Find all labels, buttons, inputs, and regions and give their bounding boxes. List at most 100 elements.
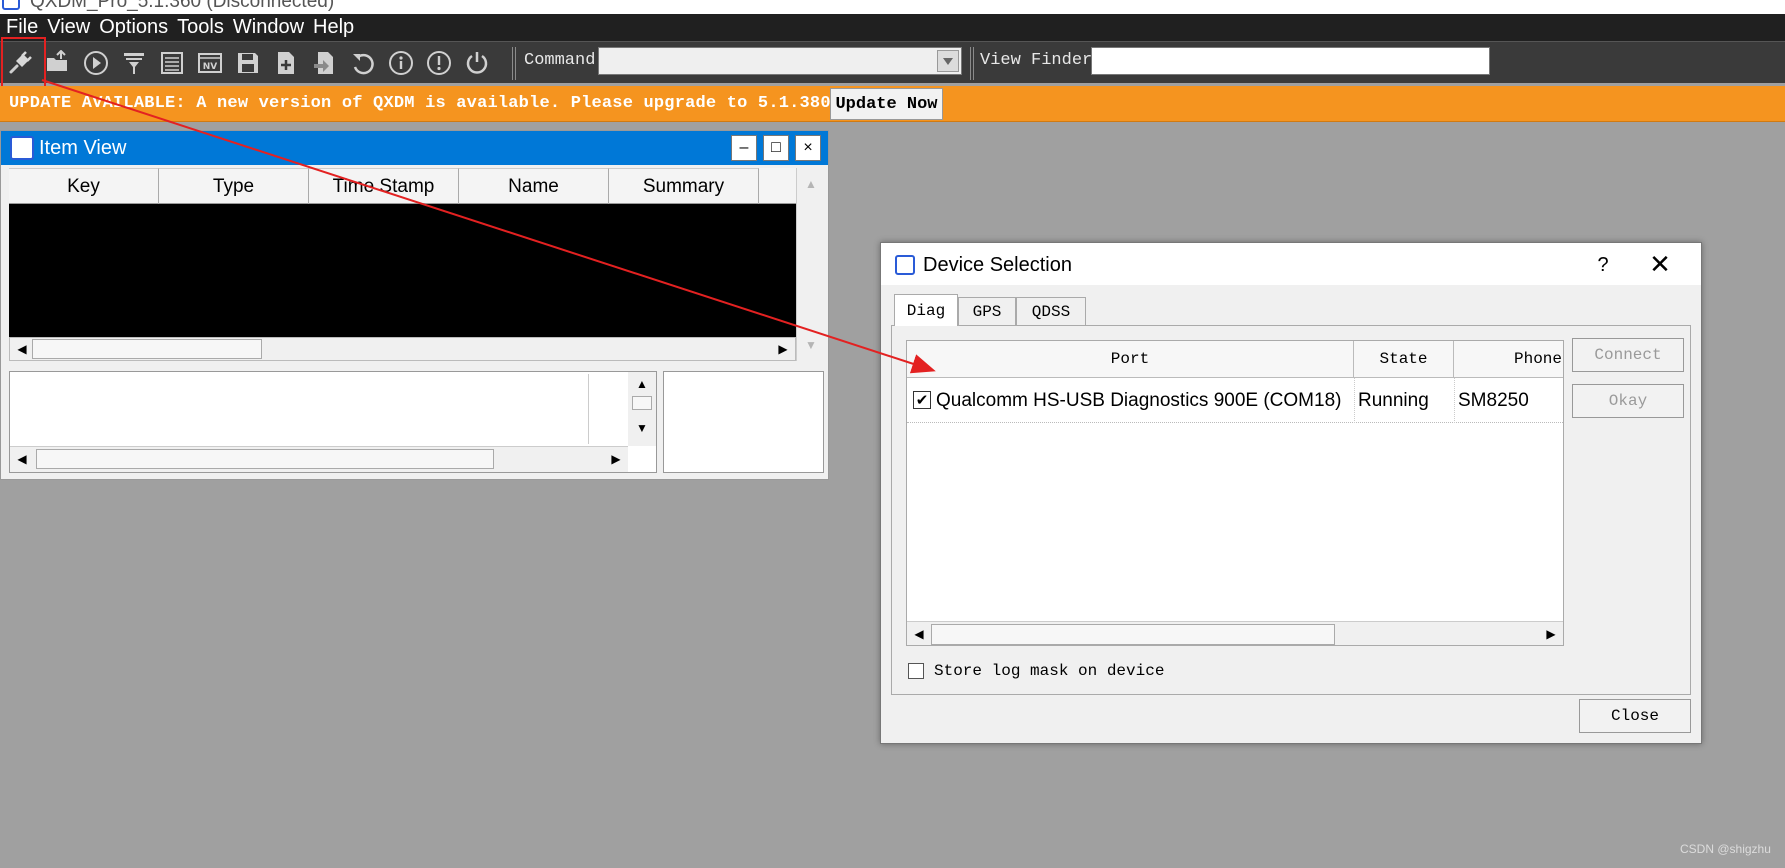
- pane-divider: [588, 374, 589, 444]
- item-view-icon: [10, 136, 34, 160]
- cell-divider: [1454, 378, 1455, 423]
- view-finder-label: View Finder:: [980, 51, 1103, 70]
- item-table-header: Key Type Time Stamp Name Summary: [9, 168, 796, 204]
- nv-icon[interactable]: NV: [192, 45, 228, 81]
- scroll-right-icon[interactable]: ▶: [1541, 624, 1561, 644]
- menu-window[interactable]: Window: [230, 14, 310, 41]
- log-view-icon[interactable]: [154, 45, 190, 81]
- dialog-close-button[interactable]: ✕: [1639, 249, 1681, 279]
- list-item[interactable]: ✔ Qualcomm HS-USB Diagnostics 900E (COM1…: [907, 378, 1563, 423]
- item-side-pane[interactable]: [663, 371, 824, 473]
- diag-tab-panel: Port State Phone ✔ Qualcomm HS-USB Diagn…: [891, 325, 1691, 695]
- item-table-body[interactable]: [9, 204, 796, 337]
- play-icon[interactable]: [78, 45, 114, 81]
- column-time-stamp[interactable]: Time Stamp: [309, 168, 459, 204]
- column-state[interactable]: State: [1354, 341, 1454, 378]
- scroll-left-icon[interactable]: ◀: [909, 624, 929, 644]
- help-button[interactable]: ?: [1587, 251, 1619, 279]
- menu-bar: File View Options Tools Window Help: [0, 14, 1785, 41]
- scroll-left-icon[interactable]: ◀: [12, 449, 32, 469]
- store-log-mask-option[interactable]: Store log mask on device: [908, 662, 1164, 680]
- item-view-title-bar[interactable]: Item View – □ ×: [1, 131, 828, 165]
- item-detail-pane[interactable]: ▲ ▼ ◀ ▶: [9, 371, 657, 473]
- port-list[interactable]: Port State Phone ✔ Qualcomm HS-USB Diagn…: [906, 340, 1564, 646]
- port-name: Qualcomm HS-USB Diagnostics 900E (COM18): [936, 389, 1342, 411]
- command-combobox[interactable]: [598, 47, 962, 75]
- menu-file[interactable]: File: [3, 14, 44, 41]
- tab-diag[interactable]: Diag: [894, 294, 958, 326]
- window-title: QXDM_Pro_5.1.360 (Disconnected): [30, 0, 335, 12]
- svg-text:NV: NV: [203, 62, 218, 72]
- connect-button[interactable]: Connect: [1572, 338, 1684, 372]
- app-icon: [2, 0, 20, 10]
- item-view-title: Item View: [39, 137, 127, 159]
- item-table-hscrollbar[interactable]: ◀ ▶: [9, 337, 796, 361]
- update-banner-text: UPDATE AVAILABLE: A new version of QXDM …: [9, 94, 862, 113]
- port-checkbox[interactable]: ✔: [913, 391, 931, 409]
- info-icon[interactable]: [383, 45, 419, 81]
- scrollbar-thumb[interactable]: [632, 396, 652, 410]
- scroll-right-icon[interactable]: ▶: [773, 339, 793, 359]
- close-button[interactable]: Close: [1579, 699, 1691, 733]
- close-button[interactable]: ×: [795, 135, 821, 161]
- toolbar: NV Command: View Finder:: [0, 41, 1785, 83]
- column-port[interactable]: Port: [907, 341, 1354, 378]
- dialog-app-icon: [895, 255, 915, 275]
- scroll-down-icon[interactable]: ▼: [632, 418, 652, 438]
- item-table-vscrollbar[interactable]: ▲ ▼: [796, 168, 824, 361]
- window-title-bar: QXDM_Pro_5.1.360 (Disconnected): [0, 0, 1785, 14]
- okay-button[interactable]: Okay: [1572, 384, 1684, 418]
- column-type[interactable]: Type: [159, 168, 309, 204]
- column-key[interactable]: Key: [9, 168, 159, 204]
- undo-icon[interactable]: [345, 45, 381, 81]
- scroll-left-icon[interactable]: ◀: [12, 339, 32, 359]
- tab-gps[interactable]: GPS: [958, 297, 1016, 325]
- item-view-window: Item View – □ × Key Type Time Stamp Name…: [0, 130, 829, 480]
- menu-tools[interactable]: Tools: [174, 14, 230, 41]
- scroll-up-icon[interactable]: ▲: [801, 174, 821, 194]
- menu-view[interactable]: View: [44, 14, 96, 41]
- toolbar-separator: [512, 47, 516, 80]
- connect-plug-icon[interactable]: [2, 45, 38, 81]
- detail-hscrollbar[interactable]: ◀ ▶: [10, 446, 628, 472]
- maximize-button[interactable]: □: [763, 135, 789, 161]
- scroll-down-icon[interactable]: ▼: [801, 335, 821, 355]
- tab-qdss[interactable]: QDSS: [1016, 297, 1086, 325]
- menu-help[interactable]: Help: [310, 14, 360, 41]
- store-log-mask-label: Store log mask on device: [934, 662, 1165, 680]
- file-nav-icon[interactable]: [307, 45, 343, 81]
- check-icon: ✔: [915, 391, 929, 409]
- cell-divider: [1354, 378, 1355, 423]
- device-selection-dialog: Device Selection ? ✕ Diag GPS QDSS Port …: [880, 242, 1702, 744]
- scrollbar-thumb[interactable]: [32, 339, 262, 359]
- menu-options[interactable]: Options: [96, 14, 174, 41]
- filter-icon[interactable]: [116, 45, 152, 81]
- save-icon[interactable]: [230, 45, 266, 81]
- alert-icon[interactable]: [421, 45, 457, 81]
- chevron-down-icon[interactable]: [937, 50, 959, 72]
- column-phone[interactable]: Phone: [1454, 341, 1563, 378]
- scroll-right-icon[interactable]: ▶: [606, 449, 626, 469]
- update-now-button[interactable]: Update Now: [830, 88, 943, 120]
- scroll-up-icon[interactable]: ▲: [632, 374, 652, 394]
- view-finder-input[interactable]: [1091, 47, 1490, 75]
- update-banner: UPDATE AVAILABLE: A new version of QXDM …: [0, 86, 1785, 122]
- open-folder-icon[interactable]: [40, 45, 76, 81]
- dialog-title-bar[interactable]: Device Selection ? ✕: [881, 243, 1701, 285]
- minimize-button[interactable]: –: [731, 135, 757, 161]
- column-name[interactable]: Name: [459, 168, 609, 204]
- toolbar-separator: [970, 47, 974, 80]
- column-summary[interactable]: Summary: [609, 168, 759, 204]
- power-icon[interactable]: [459, 45, 495, 81]
- watermark: CSDN @shigzhu: [1680, 842, 1771, 856]
- port-phone: SM8250: [1458, 389, 1529, 411]
- port-list-hscrollbar[interactable]: ◀ ▶: [907, 621, 1563, 645]
- port-state: Running: [1358, 389, 1429, 411]
- store-log-mask-checkbox[interactable]: [908, 663, 924, 679]
- command-label: Command:: [524, 51, 606, 70]
- scrollbar-thumb[interactable]: [931, 624, 1335, 645]
- detail-vscrollbar[interactable]: ▲ ▼: [628, 372, 656, 446]
- scrollbar-thumb[interactable]: [36, 449, 494, 469]
- dialog-title: Device Selection: [923, 254, 1072, 276]
- new-file-icon[interactable]: [268, 45, 304, 81]
